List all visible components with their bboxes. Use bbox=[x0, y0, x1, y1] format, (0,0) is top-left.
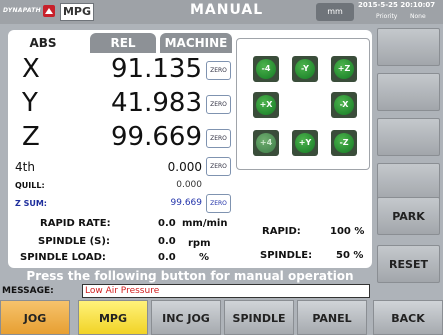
spindle-load-value: 0.0 bbox=[158, 252, 176, 263]
jog-minus-z-button[interactable]: -Z bbox=[331, 130, 357, 156]
zero-x-button[interactable]: ZERO bbox=[206, 61, 231, 80]
jog-minus-z-label: -Z bbox=[334, 133, 354, 153]
spindle-load-unit: % bbox=[199, 252, 210, 263]
softkey-right-4[interactable] bbox=[377, 163, 440, 201]
jog-minus-x-button[interactable]: -X bbox=[331, 92, 357, 118]
zsum-value: 99.669 bbox=[170, 198, 203, 208]
datetime: 2015-5-25 20:10:07 bbox=[358, 1, 436, 9]
logo-text: DYNAPATH bbox=[3, 7, 41, 14]
zero-zsum-button[interactable]: ZERO bbox=[206, 194, 231, 213]
mpg-mode-button[interactable]: MPG bbox=[78, 300, 148, 335]
spindle-s-unit: rpm bbox=[188, 238, 211, 249]
priority-label: Priority bbox=[376, 13, 398, 20]
spindle-button[interactable]: SPINDLE bbox=[224, 300, 294, 335]
jog-plus-4-button[interactable]: +4 bbox=[253, 130, 279, 156]
jog-minus-y-button[interactable]: -Y bbox=[292, 56, 318, 82]
inc-jog-button[interactable]: INC JOG bbox=[151, 300, 221, 335]
rapid-rate-unit: mm/min bbox=[182, 218, 228, 229]
rapid-override-value: 100 % bbox=[330, 226, 365, 237]
dynapath-logo: DYNAPATH bbox=[3, 4, 57, 20]
tab-machine[interactable]: MACHINE bbox=[160, 33, 232, 53]
softkey-right-2[interactable] bbox=[377, 73, 440, 111]
softkey-right-3[interactable] bbox=[377, 118, 440, 156]
screen-title: MANUAL bbox=[190, 2, 264, 18]
jog-plus-z-button[interactable]: +Z bbox=[331, 56, 357, 82]
park-button[interactable]: PARK bbox=[377, 197, 440, 235]
zero-z-button[interactable]: ZERO bbox=[206, 129, 231, 148]
softkey-right-1[interactable] bbox=[377, 28, 440, 66]
jog-plus-4-label: +4 bbox=[256, 133, 276, 153]
spindle-s-label: SPINDLE (S): bbox=[38, 236, 110, 247]
unit-indicator: mm bbox=[316, 3, 354, 21]
logo-mark-icon bbox=[43, 5, 55, 17]
axis-z-value: 99.669 bbox=[111, 122, 202, 152]
zero-4th-button[interactable]: ZERO bbox=[206, 157, 231, 176]
spindle-override-label: SPINDLE: bbox=[260, 250, 313, 261]
spindle-s-value: 0.0 bbox=[158, 236, 176, 247]
operation-prompt: Press the following button for manual op… bbox=[26, 269, 354, 283]
zero-y-button[interactable]: ZERO bbox=[206, 95, 231, 114]
axis-y-value: 41.983 bbox=[111, 88, 202, 118]
jog-minus-4-button[interactable]: -4 bbox=[253, 56, 279, 82]
jog-minus-y-label: -Y bbox=[295, 59, 315, 79]
jog-plus-x-button[interactable]: +X bbox=[253, 92, 279, 118]
tab-abs[interactable]: ABS bbox=[10, 33, 76, 53]
reset-button[interactable]: RESET bbox=[377, 245, 440, 283]
jog-plus-y-label: +Y bbox=[295, 133, 315, 153]
jog-plus-z-label: +Z bbox=[334, 59, 354, 79]
spindle-load-label: SPINDLE LOAD: bbox=[20, 252, 106, 263]
message-box: Low Air Pressure bbox=[82, 284, 370, 298]
rapid-rate-value: 0.0 bbox=[158, 218, 176, 229]
quill-value: 0.000 bbox=[176, 180, 202, 190]
rapid-rate-label: RAPID RATE: bbox=[40, 218, 111, 229]
panel-button[interactable]: PANEL bbox=[297, 300, 367, 335]
back-button[interactable]: BACK bbox=[373, 300, 443, 335]
axis-x-value: 91.135 bbox=[111, 54, 202, 84]
spindle-override-value: 50 % bbox=[336, 250, 364, 261]
axis-4th-value: 0.000 bbox=[167, 160, 202, 174]
top-bar: DYNAPATH MPG MANUAL mm 2015-5-25 20:10:0… bbox=[0, 0, 443, 24]
jog-minus-x-label: -X bbox=[334, 95, 354, 115]
message-label: MESSAGE: bbox=[2, 286, 54, 296]
mode-indicator: MPG bbox=[60, 3, 94, 21]
jog-plus-x-label: +X bbox=[256, 95, 276, 115]
jog-mode-button[interactable]: JOG bbox=[0, 300, 70, 335]
tab-rel[interactable]: REL bbox=[90, 33, 156, 53]
jog-minus-4-label: -4 bbox=[256, 59, 276, 79]
priority-value: None bbox=[410, 13, 426, 20]
jog-plus-y-button[interactable]: +Y bbox=[292, 130, 318, 156]
rapid-override-label: RAPID: bbox=[262, 226, 301, 237]
